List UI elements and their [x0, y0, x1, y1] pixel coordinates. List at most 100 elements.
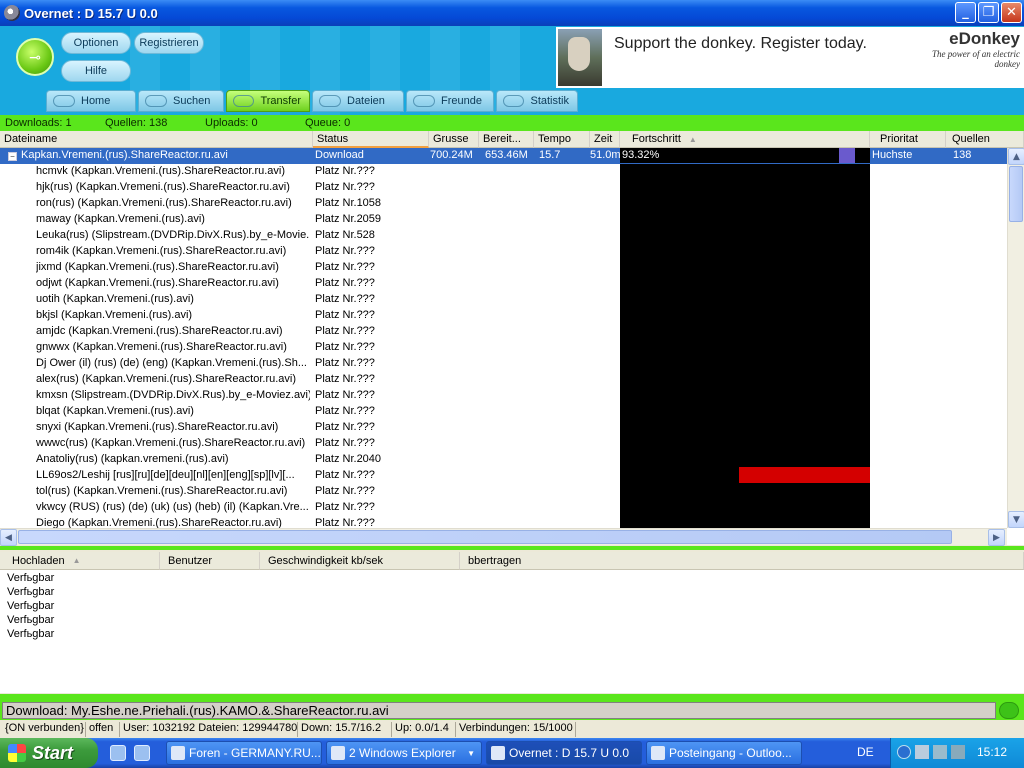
status-connections: Verbindungen: 15/1000 [456, 722, 576, 737]
source-row[interactable]: kmxsn (Slipstream.(DVDRip.DivX.Rus).by_e… [0, 388, 1007, 404]
hilfe-button[interactable]: Hilfe [61, 60, 131, 82]
col-uebertragen[interactable]: bbertragen [460, 552, 1024, 570]
upload-slot-row[interactable]: Verfьgbar [7, 600, 54, 612]
source-row[interactable]: Leuka(rus) (Slipstream.(DVDRip.DivX.Rus)… [0, 228, 1007, 244]
tab-home[interactable]: Home [46, 90, 136, 112]
source-row[interactable]: LL69os2/Leshij [rus][ru][de][deu][nl][en… [0, 468, 1007, 484]
source-row[interactable]: Diego (Kapkan.Vremeni.(rus).ShareReactor… [0, 516, 1007, 528]
source-name: uotih (Kapkan.Vremeni.(rus).avi) [36, 293, 194, 305]
source-row[interactable]: wwwc(rus) (Kapkan.Vremeni.(rus).ShareRea… [0, 436, 1007, 452]
source-row[interactable]: Dj Ower (il) (rus) (de) (eng) (Kapkan.Vr… [0, 356, 1007, 372]
task-outlook[interactable]: Posteingang - Outloo... [646, 741, 802, 765]
source-name: Anatoliy(rus) (kapkan.vremeni.(rus).avi) [36, 453, 229, 465]
tab-dateien[interactable]: Dateien [312, 90, 404, 112]
scroll-down-icon[interactable]: ▼ [1008, 511, 1024, 528]
registrieren-button[interactable]: Registrieren [134, 32, 204, 54]
window-titlebar[interactable]: Overnet : D 15.7 U 0.0 _ ❐ ✕ [0, 0, 1024, 26]
source-status: Platz Nr.??? [315, 293, 375, 305]
transfer-icon [233, 95, 255, 107]
tray-network-icon[interactable] [915, 745, 929, 759]
source-status: Platz Nr.??? [315, 277, 375, 289]
source-row[interactable]: jixmd (Kapkan.Vremeni.(rus).ShareReactor… [0, 260, 1007, 276]
tab-statistik[interactable]: Statistik [496, 90, 578, 112]
source-row[interactable]: rom4ik (Kapkan.Vremeni.(rus).ShareReacto… [0, 244, 1007, 260]
scroll-up-icon[interactable]: ▲ [1008, 148, 1024, 165]
col-fortschritt[interactable]: Fortschritt ▲ [620, 131, 870, 148]
source-status: Platz Nr.??? [315, 437, 375, 449]
tray-app-icon[interactable] [951, 745, 965, 759]
start-button[interactable]: Start [0, 738, 98, 768]
source-row[interactable]: ron(rus) (Kapkan.Vremeni.(rus).ShareReac… [0, 196, 1007, 212]
scroll-thumb[interactable] [1009, 166, 1023, 222]
maximize-button[interactable]: ❐ [978, 2, 999, 23]
source-status: Platz Nr.??? [315, 165, 375, 177]
col-dateiname[interactable]: Dateiname [0, 131, 313, 148]
source-row[interactable]: Anatoliy(rus) (kapkan.vremeni.(rus).avi)… [0, 452, 1007, 468]
language-indicator[interactable]: DE [857, 745, 874, 759]
tray-volume-icon[interactable] [933, 745, 947, 759]
scroll-left-icon[interactable]: ◀ [0, 529, 17, 546]
col-hochladen[interactable]: Hochladen ▲ [0, 552, 160, 570]
source-row[interactable]: hjk(rus) (Kapkan.Vremeni.(rus).ShareReac… [0, 180, 1007, 196]
hscroll-thumb[interactable] [18, 530, 952, 544]
source-name: Diego (Kapkan.Vremeni.(rus).ShareReactor… [36, 517, 282, 528]
source-row[interactable]: bkjsl (Kapkan.Vremeni.(rus).avi) Platz Nr… [0, 308, 1007, 324]
col-quellen[interactable]: Quellen [946, 131, 1024, 148]
task-foren[interactable]: Foren - GERMANY.RU... [166, 741, 322, 765]
tab-suchen[interactable]: Suchen [138, 90, 224, 112]
source-row[interactable]: uotih (Kapkan.Vremeni.(rus).avi) Platz Nr… [0, 292, 1007, 308]
col-geschwindigkeit[interactable]: Geschwindigkeit kb/sek [260, 552, 460, 570]
source-row[interactable]: maway (Kapkan.Vremeni.(rus).avi) Platz Nr… [0, 212, 1007, 228]
source-row[interactable]: tol(rus) (Kapkan.Vremeni.(rus).ShareReac… [0, 484, 1007, 500]
windows-taskbar: Start Foren - GERMANY.RU... 2 Windows Ex… [0, 738, 1024, 768]
quicklaunch-ie-icon[interactable] [134, 745, 150, 761]
source-row[interactable]: snyxi (Kapkan.Vremeni.(rus).ShareReactor… [0, 420, 1007, 436]
upload-slot-row[interactable]: Verfьgbar [7, 572, 54, 584]
tab-freunde[interactable]: Freunde [406, 90, 494, 112]
source-row[interactable]: amjdc (Kapkan.Vremeni.(rus).ShareReactor… [0, 324, 1007, 340]
panel-divider[interactable] [0, 546, 1024, 550]
source-status: Platz Nr.??? [315, 469, 375, 481]
download-status: Download [315, 149, 364, 161]
col-tempo[interactable]: Tempo [534, 131, 590, 148]
source-name: LL69os2/Leshij [rus][ru][de][deu][nl][en… [36, 469, 295, 481]
source-status: Platz Nr.??? [315, 373, 375, 385]
source-status: Platz Nr.??? [315, 181, 375, 193]
collapse-icon[interactable]: − [8, 152, 17, 161]
col-grusse[interactable]: Grusse [429, 131, 479, 148]
source-row[interactable]: odjwt (Kapkan.Vremeni.(rus).ShareReactor… [0, 276, 1007, 292]
source-status: Platz Nr.??? [315, 261, 375, 273]
edonkey-logo: eDonkey The power of an electric donkey [920, 29, 1020, 86]
minimize-button[interactable]: _ [955, 2, 976, 23]
clock[interactable]: 15:12 [977, 745, 1007, 759]
tray-arrow-icon[interactable] [897, 745, 911, 759]
task-windows-explorer[interactable]: 2 Windows Explorer ▼ [326, 741, 482, 765]
close-button[interactable]: ✕ [1001, 2, 1022, 23]
source-row[interactable]: alex(rus) (Kapkan.Vremeni.(rus).ShareRea… [0, 372, 1007, 388]
tab-transfer[interactable]: Transfer [226, 90, 310, 112]
quicklaunch-outlook-icon[interactable] [110, 745, 126, 761]
optionen-button[interactable]: Optionen [61, 32, 131, 54]
source-row[interactable]: hcmvk (Kapkan.Vremeni.(rus).ShareReactor… [0, 164, 1007, 180]
source-row[interactable]: blqat (Kapkan.Vremeni.(rus).avi) Platz Nr… [0, 404, 1007, 420]
download-horizontal-scrollbar[interactable]: ◀ ▶ [0, 528, 1007, 546]
col-benutzer[interactable]: Benutzer [160, 552, 260, 570]
download-status-line: Download: My.Eshe.ne.Priehali.(rus).KAMO… [0, 700, 1024, 720]
scroll-right-icon[interactable]: ▶ [988, 529, 1005, 546]
download-priority: Huchste [872, 149, 913, 161]
source-row[interactable]: gnwwx (Kapkan.Vremeni.(rus).ShareReactor… [0, 340, 1007, 356]
task-overnet[interactable]: Overnet : D 15.7 U 0.0 [486, 741, 642, 765]
ad-banner[interactable]: Support the donkey. Register today. eDon… [556, 27, 1024, 88]
col-bereit[interactable]: Bereit... [479, 131, 534, 148]
upload-slot-row[interactable]: Verfьgbar [7, 614, 54, 626]
download-row-main[interactable]: − Kapkan.Vremeni.(rus).ShareReactor.ru.a… [0, 148, 1007, 164]
upload-slot-row[interactable]: Verfьgbar [7, 586, 54, 598]
col-zeit[interactable]: Zeit [590, 131, 620, 148]
source-row[interactable]: vkwcy (RUS) (rus) (de) (uk) (us) (heb) (… [0, 500, 1007, 516]
col-status[interactable]: Status [313, 131, 429, 148]
edonkey-brand-name: eDonkey [949, 29, 1020, 48]
upload-slot-row[interactable]: Verfьgbar [7, 628, 54, 640]
col-prioritat[interactable]: Prioritat [870, 131, 946, 148]
download-vertical-scrollbar[interactable]: ▲ ▼ [1007, 148, 1024, 528]
download-progress-bar: 93.32% [620, 148, 870, 163]
